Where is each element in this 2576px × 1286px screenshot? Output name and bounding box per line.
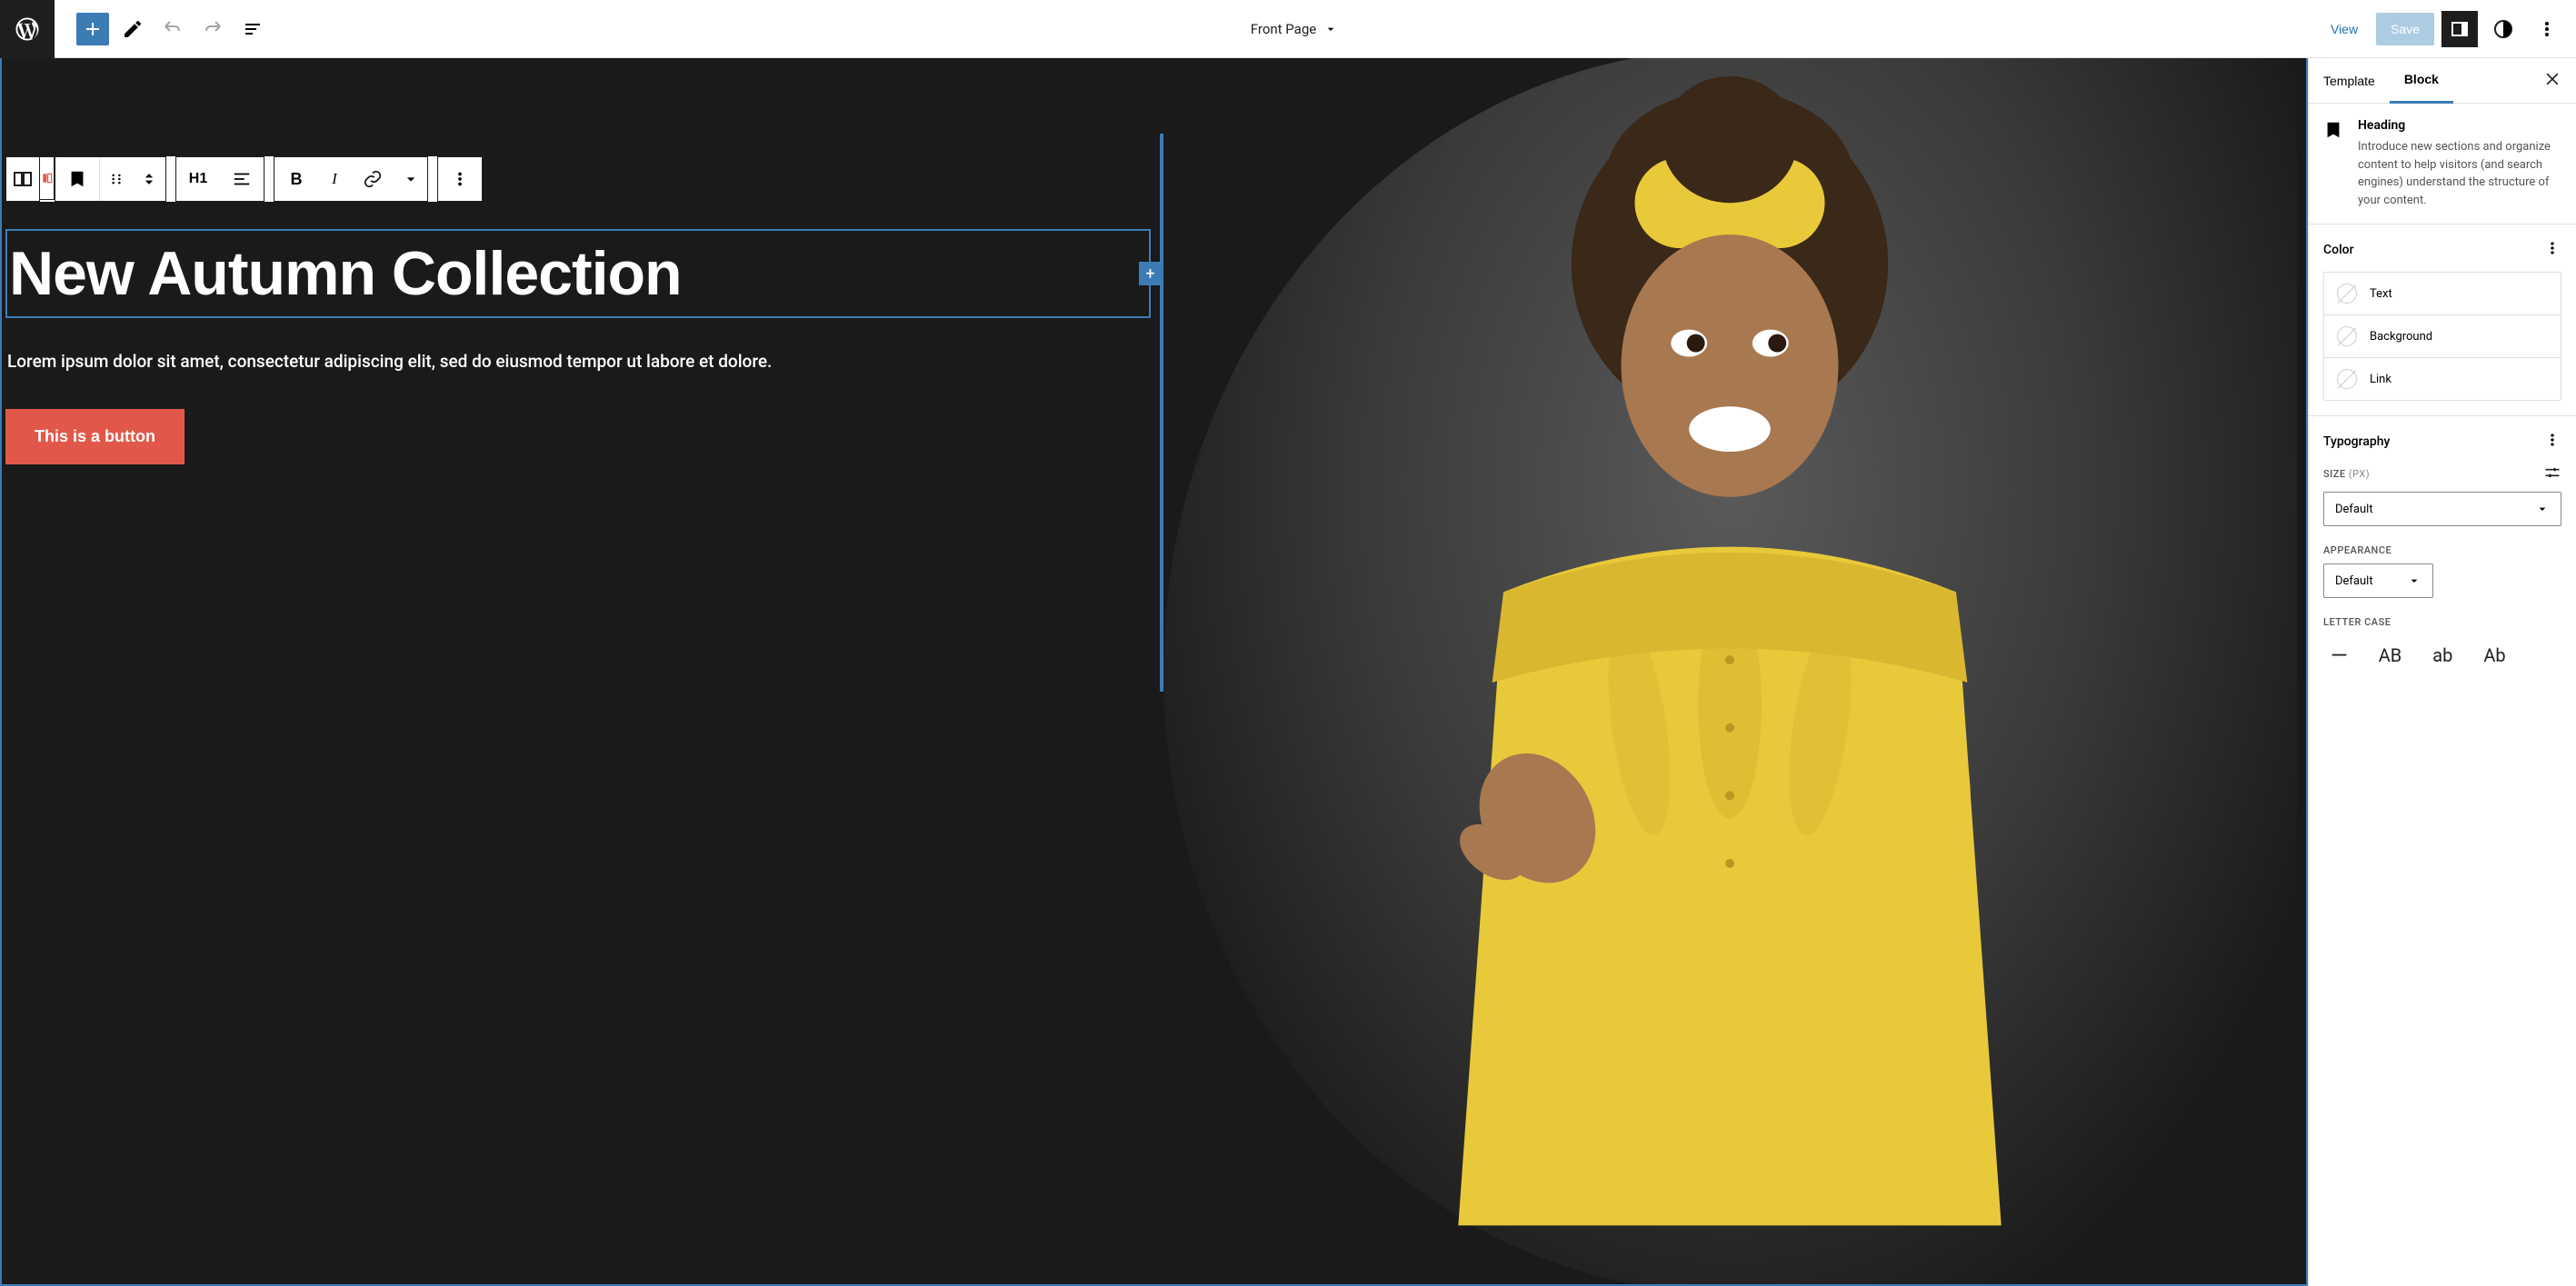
- page-title-text: Front Page: [1251, 21, 1316, 37]
- parent-indicator[interactable]: [40, 156, 55, 200]
- tab-block[interactable]: Block: [2390, 58, 2453, 104]
- options-button[interactable]: [2529, 11, 2565, 47]
- color-swatch-none: [2337, 326, 2357, 346]
- color-text-label: Text: [2370, 287, 2392, 301]
- letter-case-upper[interactable]: AB: [2371, 641, 2410, 670]
- hero-image-placeholder: [1163, 58, 2298, 1284]
- list-icon: [242, 18, 264, 40]
- letter-case-label: LETTER CASE: [2323, 616, 2391, 628]
- color-link-label: Link: [2370, 373, 2391, 386]
- block-toolbar: H1 B I: [5, 156, 483, 202]
- chevron-down-icon: [2407, 573, 2421, 588]
- appearance-value: Default: [2335, 574, 2373, 588]
- column-icon: [41, 172, 54, 184]
- block-description: Introduce new sections and organize cont…: [2358, 138, 2561, 209]
- block-options-button[interactable]: [438, 157, 482, 201]
- heading-block[interactable]: New Autumn Collection +: [5, 229, 1151, 318]
- edit-tools-button[interactable]: [116, 13, 149, 45]
- image-block[interactable]: [1154, 58, 2307, 1284]
- heading-text[interactable]: New Autumn Collection: [9, 238, 1147, 309]
- letter-case-lower[interactable]: ab: [2425, 641, 2460, 670]
- link-button[interactable]: [351, 157, 394, 201]
- list-view-button[interactable]: [236, 13, 269, 45]
- paragraph-block[interactable]: Lorem ipsum dolor sit amet, consectetur …: [5, 347, 1151, 376]
- chevron-down-icon: [1323, 22, 1338, 36]
- size-select[interactable]: Default: [2323, 492, 2561, 526]
- move-buttons[interactable]: [133, 157, 165, 201]
- size-unit: (PX): [2349, 468, 2370, 480]
- editor-canvas[interactable]: H1 B I: [0, 58, 2308, 1286]
- redo-icon: [202, 18, 224, 40]
- align-button[interactable]: [220, 157, 264, 201]
- person-illustration: [1163, 58, 2298, 1284]
- more-vertical-icon: [2543, 239, 2561, 257]
- letter-case-none[interactable]: —: [2323, 639, 2355, 672]
- contrast-icon: [2492, 18, 2514, 40]
- typography-panel-title: Typography: [2323, 434, 2390, 449]
- more-vertical-icon: [450, 169, 470, 189]
- color-panel-title: Color: [2323, 243, 2354, 257]
- wordpress-logo[interactable]: [0, 0, 55, 58]
- styles-button[interactable]: [2485, 11, 2521, 47]
- more-vertical-icon: [2536, 18, 2558, 40]
- sidebar-toggle-button[interactable]: [2441, 11, 2478, 47]
- color-swatch-none: [2337, 284, 2357, 304]
- save-button[interactable]: Save: [2376, 13, 2434, 45]
- cta-button-block[interactable]: This is a button: [5, 409, 185, 464]
- tab-template[interactable]: Template: [2309, 58, 2390, 104]
- undo-button[interactable]: [156, 13, 189, 45]
- settings-sidebar: Template Block Heading Introduce new sec…: [2308, 58, 2576, 1286]
- redo-button[interactable]: [196, 13, 229, 45]
- heading-level-button[interactable]: H1: [176, 157, 220, 201]
- sliders-icon: [2543, 464, 2561, 482]
- add-block-button[interactable]: [76, 13, 109, 45]
- chevron-updown-icon: [140, 170, 158, 188]
- italic-button[interactable]: I: [318, 157, 351, 201]
- view-button[interactable]: View: [2320, 15, 2369, 44]
- link-icon: [363, 169, 383, 189]
- drag-icon: [107, 170, 125, 188]
- close-sidebar-button[interactable]: [2529, 70, 2576, 92]
- typography-panel-options[interactable]: [2543, 431, 2561, 453]
- block-title: Heading: [2358, 118, 2561, 133]
- appearance-label: APPEARANCE: [2323, 544, 2391, 556]
- chevron-down-icon: [2535, 502, 2550, 516]
- block-type-icon: [2323, 118, 2343, 209]
- color-background-label: Background: [2370, 330, 2432, 344]
- plus-icon: [82, 18, 104, 40]
- block-type-button[interactable]: [55, 157, 99, 201]
- add-block-handle[interactable]: +: [1139, 262, 1163, 285]
- bookmark-icon: [2323, 120, 2343, 140]
- letter-case-cap[interactable]: Ab: [2476, 641, 2512, 670]
- columns-icon: [12, 168, 34, 190]
- chevron-down-icon: [402, 170, 420, 188]
- align-left-icon: [232, 169, 252, 189]
- undo-icon: [162, 18, 184, 40]
- more-vertical-icon: [2543, 431, 2561, 449]
- color-swatch-none: [2337, 369, 2357, 389]
- appearance-select[interactable]: Default: [2323, 563, 2433, 598]
- sidebar-icon: [2449, 18, 2471, 40]
- color-panel-options[interactable]: [2543, 239, 2561, 261]
- bookmark-icon: [67, 169, 87, 189]
- pencil-icon: [122, 18, 144, 40]
- close-icon: [2543, 70, 2561, 88]
- color-link-row[interactable]: Link: [2324, 358, 2561, 400]
- bold-button[interactable]: B: [275, 157, 318, 201]
- color-background-row[interactable]: Background: [2324, 315, 2561, 358]
- page-title-dropdown[interactable]: Front Page: [269, 21, 2320, 37]
- size-value: Default: [2335, 503, 2373, 516]
- color-text-row[interactable]: Text: [2324, 273, 2561, 315]
- parent-block-button[interactable]: [6, 157, 39, 201]
- drag-handle[interactable]: [100, 157, 133, 201]
- size-settings-button[interactable]: [2543, 464, 2561, 484]
- more-formatting-button[interactable]: [394, 157, 427, 201]
- size-label: SIZE: [2323, 468, 2346, 480]
